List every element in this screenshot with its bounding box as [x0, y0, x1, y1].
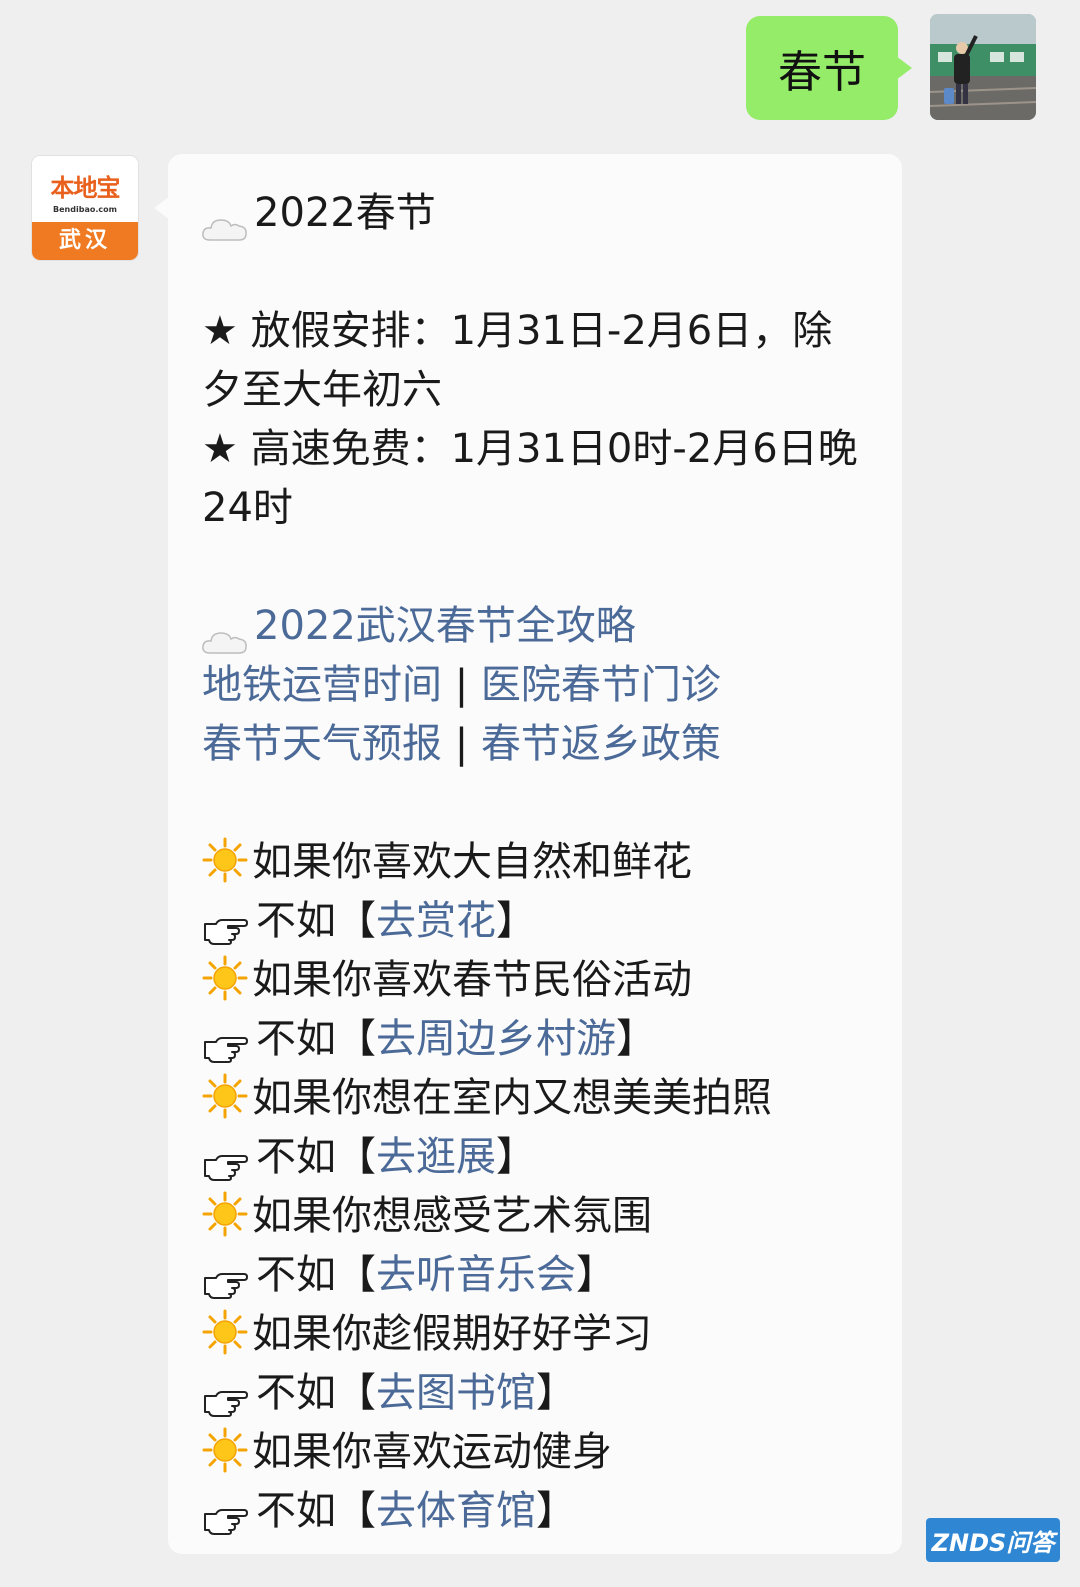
sun-icon [202, 1427, 248, 1473]
action-prefix: 不如【 [256, 1016, 376, 1062]
sun-icon [202, 837, 248, 883]
logo-name: 本地宝 [50, 174, 121, 202]
outgoing-message-text: 春节 [778, 47, 866, 98]
suggestion-action: 不如【去赏花】 [202, 892, 872, 951]
link-hospital-clinic[interactable]: 医院春节门诊 [481, 662, 721, 708]
suggestion-condition: 如果你趁假期好好学习 [202, 1305, 872, 1364]
cloud-icon [202, 200, 248, 241]
user-avatar[interactable] [930, 14, 1036, 120]
pointing-hand-icon [202, 1494, 248, 1535]
logo-city: 武汉 [32, 222, 138, 260]
sun-icon [202, 955, 248, 1001]
action-prefix: 不如【 [256, 1134, 376, 1180]
condition-text: 如果你想感受艺术氛围 [252, 1193, 652, 1239]
sun-icon [202, 1191, 248, 1237]
sender-avatar[interactable]: 本地宝 Bendibao.com 武汉 [32, 156, 138, 260]
action-suffix: 】 [496, 1134, 536, 1180]
suggestion-condition: 如果你想在室内又想美美拍照 [202, 1069, 872, 1128]
link-separator: | [454, 662, 469, 708]
condition-text: 如果你喜欢春节民俗活动 [252, 957, 692, 1003]
pointing-hand-icon [202, 1258, 248, 1299]
suggestion-condition: 如果你喜欢春节民俗活动 [202, 951, 872, 1010]
sun-icon [202, 1073, 248, 1119]
condition-text: 如果你喜欢运动健身 [252, 1429, 612, 1475]
action-suffix: 】 [496, 898, 536, 944]
message-title-line: 2022春节 [202, 184, 872, 243]
suggestion-link[interactable]: 去赏花 [376, 898, 496, 944]
incoming-message-bubble[interactable]: 2022春节 ★ 放假安排：1月31日-2月6日，除夕至大年初六 ★ 高速免费：… [154, 154, 902, 1554]
suggestion-list: 如果你喜欢大自然和鲜花 不如【去赏花】 如果你喜欢春节民俗活动 不如【去周边乡村游】如… [202, 833, 872, 1541]
action-suffix: 】 [616, 1016, 656, 1062]
suggestion-link[interactable]: 去周边乡村游 [376, 1016, 616, 1062]
condition-text: 如果你想在室内又想美美拍照 [252, 1075, 772, 1121]
suggestion-link[interactable]: 去逛展 [376, 1134, 496, 1180]
sender-logo: 本地宝 Bendibao.com [32, 156, 138, 222]
cloud-icon [202, 613, 248, 654]
action-prefix: 不如【 [256, 1488, 376, 1534]
action-prefix: 不如【 [256, 898, 376, 944]
link-weather-forecast[interactable]: 春节天气预报 [202, 721, 442, 767]
holiday-arrangement: ★ 放假安排：1月31日-2月6日，除夕至大年初六 [202, 308, 833, 413]
link-separator: | [454, 721, 469, 767]
suggestion-action: 不如【去体育馆】 [202, 1482, 872, 1541]
pointing-hand-icon [202, 1140, 248, 1181]
condition-text: 如果你喜欢大自然和鲜花 [252, 839, 692, 885]
message-title: 2022春节 [254, 190, 436, 236]
condition-text: 如果你趁假期好好学习 [252, 1311, 652, 1357]
suggestion-link[interactable]: 去体育馆 [376, 1488, 536, 1534]
outgoing-message-bubble[interactable]: 春节 [746, 16, 912, 120]
suggestion-action: 不如【去周边乡村游】 [202, 1010, 872, 1069]
pointing-hand-icon [202, 904, 248, 945]
action-suffix: 】 [536, 1488, 576, 1534]
pointing-hand-icon [202, 1022, 248, 1063]
user-avatar-photo [930, 14, 1036, 120]
suggestion-condition: 如果你想感受艺术氛围 [202, 1187, 872, 1246]
action-prefix: 不如【 [256, 1252, 376, 1298]
suggestion-condition: 如果你喜欢大自然和鲜花 [202, 833, 872, 892]
suggestion-action: 不如【去逛展】 [202, 1128, 872, 1187]
suggestion-condition: 如果你喜欢运动健身 [202, 1423, 872, 1482]
pointing-hand-icon [202, 1376, 248, 1417]
suggestion-action: 不如【去听音乐会】 [202, 1246, 872, 1305]
suggestion-link[interactable]: 去听音乐会 [376, 1252, 576, 1298]
suggestion-link[interactable]: 去图书馆 [376, 1370, 536, 1416]
sun-icon [202, 1309, 248, 1355]
guide-title-line: 2022武汉春节全攻略 [202, 597, 872, 656]
logo-domain: Bendibao.com [53, 205, 117, 214]
guide-title-link[interactable]: 2022武汉春节全攻略 [254, 603, 636, 649]
links-row-1: 地铁运营时间 | 医院春节门诊 [202, 656, 872, 715]
link-return-policy[interactable]: 春节返乡政策 [481, 721, 721, 767]
action-prefix: 不如【 [256, 1370, 376, 1416]
action-suffix: 】 [536, 1370, 576, 1416]
link-metro-hours[interactable]: 地铁运营时间 [202, 662, 442, 708]
suggestion-action: 不如【去图书馆】 [202, 1364, 872, 1423]
highway-toll-free: ★ 高速免费：1月31日0时-2月6日晚24时 [202, 426, 858, 531]
links-row-2: 春节天气预报 | 春节返乡政策 [202, 715, 872, 774]
action-suffix: 】 [576, 1252, 616, 1298]
site-watermark: ZNDS问答 [926, 1518, 1060, 1562]
